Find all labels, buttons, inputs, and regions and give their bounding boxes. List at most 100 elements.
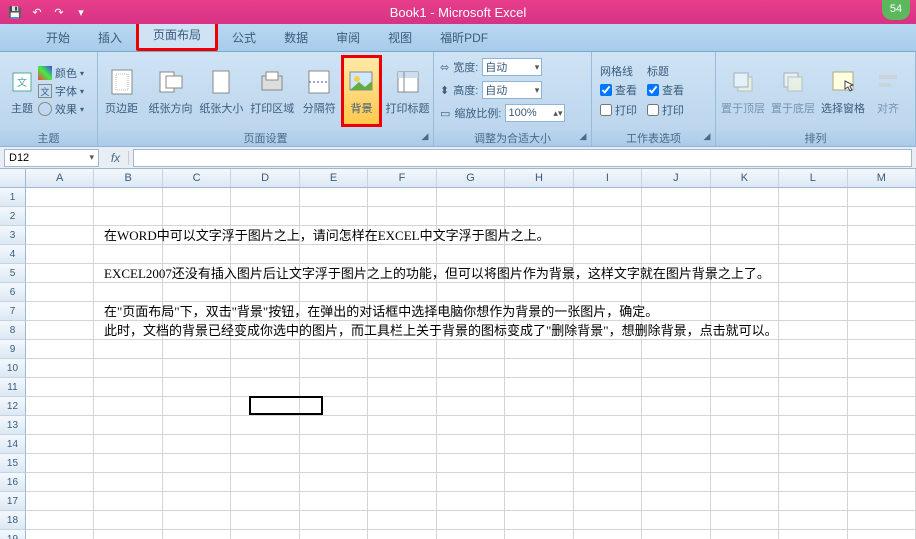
cell[interactable] (437, 340, 505, 359)
row-header[interactable]: 8 (0, 321, 26, 340)
office-button-icon[interactable] (4, 27, 24, 47)
cell[interactable] (368, 188, 436, 207)
cell[interactable] (368, 207, 436, 226)
cell[interactable] (437, 473, 505, 492)
cell[interactable] (574, 530, 642, 539)
cell[interactable] (437, 511, 505, 530)
cell[interactable] (711, 188, 779, 207)
cell[interactable] (505, 188, 573, 207)
cell[interactable] (779, 378, 847, 397)
cell[interactable] (711, 378, 779, 397)
cell[interactable] (779, 473, 847, 492)
cell[interactable] (574, 397, 642, 416)
cell[interactable] (779, 283, 847, 302)
fx-button[interactable]: fx (103, 151, 129, 165)
cell[interactable] (711, 207, 779, 226)
cell[interactable] (505, 207, 573, 226)
cell[interactable] (848, 207, 916, 226)
cell[interactable] (574, 207, 642, 226)
cell[interactable] (437, 454, 505, 473)
column-header[interactable]: F (368, 169, 436, 187)
column-header[interactable]: B (94, 169, 162, 187)
cell[interactable] (163, 416, 231, 435)
cell[interactable] (779, 245, 847, 264)
cell[interactable] (505, 454, 573, 473)
cell[interactable] (26, 416, 94, 435)
cell[interactable] (711, 435, 779, 454)
cell[interactable] (574, 226, 642, 245)
cell[interactable] (437, 188, 505, 207)
cell[interactable] (574, 340, 642, 359)
cell[interactable] (163, 492, 231, 511)
tab-home[interactable]: 开始 (32, 24, 84, 51)
cell[interactable] (368, 511, 436, 530)
cell[interactable] (779, 416, 847, 435)
cell[interactable] (505, 511, 573, 530)
cell[interactable] (574, 416, 642, 435)
cell[interactable] (26, 226, 94, 245)
theme-fonts-button[interactable]: 文字体▾ (38, 83, 84, 99)
cell[interactable] (437, 245, 505, 264)
cell[interactable] (231, 359, 299, 378)
print-area-button[interactable]: 打印区域 (247, 55, 298, 127)
cell[interactable] (505, 397, 573, 416)
themes-button[interactable]: 文 主题 (6, 55, 38, 127)
cell[interactable] (300, 397, 368, 416)
cell[interactable] (848, 511, 916, 530)
cell[interactable] (26, 321, 94, 340)
column-header[interactable]: J (642, 169, 710, 187)
cell[interactable] (94, 245, 162, 264)
cell[interactable] (848, 397, 916, 416)
column-header[interactable]: D (231, 169, 299, 187)
cell[interactable] (848, 416, 916, 435)
cell[interactable] (848, 530, 916, 539)
cell[interactable] (231, 511, 299, 530)
cell[interactable] (94, 188, 162, 207)
cell[interactable] (642, 188, 710, 207)
cell[interactable] (163, 435, 231, 454)
column-header[interactable]: G (437, 169, 505, 187)
cell[interactable] (94, 378, 162, 397)
cell[interactable] (300, 530, 368, 539)
cell[interactable] (779, 188, 847, 207)
tab-view[interactable]: 视图 (374, 24, 426, 51)
cell[interactable] (437, 416, 505, 435)
cell[interactable] (848, 283, 916, 302)
cell[interactable] (505, 416, 573, 435)
cell[interactable] (642, 397, 710, 416)
row-header[interactable]: 18 (0, 511, 26, 530)
cell[interactable] (163, 245, 231, 264)
cell[interactable] (779, 302, 847, 321)
row-header[interactable]: 14 (0, 435, 26, 454)
cell[interactable] (300, 359, 368, 378)
cell[interactable] (231, 473, 299, 492)
cell[interactable] (163, 454, 231, 473)
cell[interactable] (231, 340, 299, 359)
size-button[interactable]: 纸张大小 (196, 55, 247, 127)
row-header[interactable]: 5 (0, 264, 26, 283)
cell[interactable] (26, 492, 94, 511)
cell[interactable] (300, 473, 368, 492)
headings-view-checkbox[interactable]: 查看 (647, 81, 684, 99)
undo-icon[interactable]: ↶ (28, 3, 46, 21)
name-box[interactable]: D12▾ (4, 149, 99, 167)
cell[interactable] (642, 226, 710, 245)
tab-foxit-pdf[interactable]: 福昕PDF (426, 24, 502, 51)
cell[interactable] (437, 283, 505, 302)
cell[interactable] (505, 359, 573, 378)
margins-button[interactable]: 页边距 (98, 55, 145, 127)
column-header[interactable]: E (300, 169, 368, 187)
cell[interactable] (26, 511, 94, 530)
cell[interactable] (642, 359, 710, 378)
cell[interactable] (368, 454, 436, 473)
cell[interactable] (300, 378, 368, 397)
cell[interactable] (437, 530, 505, 539)
cell[interactable] (26, 454, 94, 473)
cell[interactable] (574, 283, 642, 302)
selection-pane-button[interactable]: 选择窗格 (818, 55, 868, 127)
cell[interactable] (231, 283, 299, 302)
row-header[interactable]: 12 (0, 397, 26, 416)
cell[interactable] (231, 397, 299, 416)
cell[interactable] (26, 473, 94, 492)
cell[interactable] (642, 378, 710, 397)
